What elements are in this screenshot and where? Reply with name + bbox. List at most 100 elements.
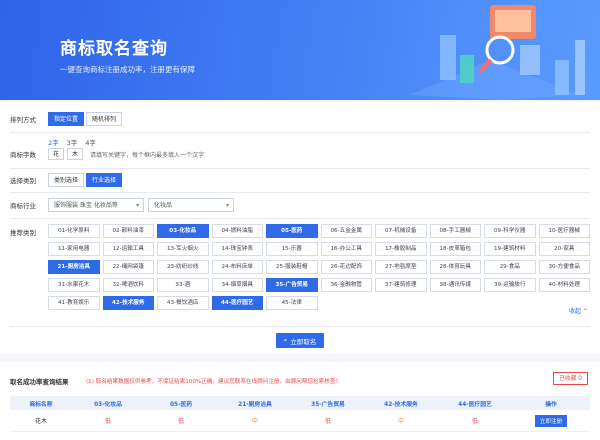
divider [10, 132, 590, 133]
divider [10, 326, 590, 327]
class-option[interactable]: 38-通讯传媒 [429, 278, 481, 292]
favorites-button[interactable]: 已收藏 0 [553, 372, 588, 385]
register-button[interactable]: 立即注册 [534, 414, 568, 427]
class-option[interactable]: 04-燃料油脂 [211, 224, 263, 238]
class-option[interactable]: 10-医疗器械 [538, 224, 590, 238]
class-option[interactable]: 44-医疗园艺 [211, 296, 263, 310]
success-level-cell: 低 [104, 418, 111, 425]
class-option[interactable]: 20-家具 [538, 242, 590, 256]
class-option[interactable]: 16-办公工具 [320, 242, 372, 256]
industry-select-value: 服饰服装 珠宝 化妆品等 [54, 202, 118, 209]
class-option[interactable]: 42-技术服务 [102, 296, 154, 310]
industry-label: 商标行业 [10, 202, 36, 210]
class-option[interactable]: 17-橡胶制品 [375, 242, 427, 256]
success-level-cell: 低 [471, 418, 478, 425]
class-option[interactable]: 28-体育玩具 [429, 260, 481, 274]
class-option[interactable]: 40-材料处理 [538, 278, 590, 292]
class-option[interactable]: 31-水果花木 [48, 278, 100, 292]
column-header: 操作 [545, 401, 557, 408]
class-option[interactable]: 13-军火烟火 [157, 242, 209, 256]
class-option[interactable]: 36-金融物管 [320, 278, 372, 292]
banner-subtitle: 一键查询商标注册成功率，注册更有保障 [60, 65, 195, 74]
submit-wrap: ⌕ 立即取名 [0, 333, 600, 348]
column-header: 44-医疗园艺 [458, 401, 492, 408]
search-icon: ⌕ [283, 336, 288, 344]
class-option[interactable]: 24-布料床单 [211, 260, 263, 274]
divider [10, 168, 590, 169]
word-count-row: 商标字数 花 木 请填写关键字，每个框内最多填入一个汉字 [10, 148, 204, 160]
column-header: 05-医药 [169, 401, 193, 408]
class-option[interactable]: 41-教育娱乐 [48, 296, 100, 310]
class-option[interactable]: 07-机械设备 [375, 224, 427, 238]
class-option[interactable]: 14-珠宝钟表 [211, 242, 263, 256]
results-table: 商标名称 03-化妆品 05-医药 21-厨房洁具 35-广告贸易 42-技术服务 44-医… [10, 396, 590, 432]
class-option[interactable]: 15-乐器 [266, 242, 318, 256]
class-option[interactable]: 30-方便食品 [538, 260, 590, 274]
class-option[interactable]: 01-化学原料 [48, 224, 100, 238]
class-option[interactable]: 06-五金金属 [320, 224, 372, 238]
class-option[interactable]: 26-花边配饰 [320, 260, 372, 274]
results-title: 取名成功率查询结果 [10, 378, 69, 386]
hero-banner: 商标取名查询 一键查询商标注册成功率，注册更有保障 [0, 0, 600, 100]
category-mode-row: 选择类别 类别选择 行业选择 [10, 173, 124, 187]
tab-class-select[interactable]: 类别选择 [48, 173, 85, 187]
class-option[interactable]: 19-建筑材料 [484, 242, 536, 256]
banner-illustration [410, 5, 585, 100]
class-option[interactable]: 37-建筑修理 [375, 278, 427, 292]
success-level-cell: 中 [397, 418, 404, 425]
submit-label: 立即取名 [290, 338, 317, 346]
class-option[interactable]: 12-运输工具 [102, 242, 154, 256]
banner-title: 商标取名查询 [60, 39, 168, 59]
tab-industry-select[interactable]: 行业选择 [86, 173, 123, 187]
class-option[interactable]: 02-颜料油漆 [102, 224, 154, 238]
collapse-label: 收起 [569, 308, 582, 315]
word-count-3[interactable]: 3字 [67, 137, 78, 147]
sort-option-random[interactable]: 随机排列 [86, 112, 123, 126]
subindustry-select[interactable]: 化妆品 ▾ [148, 198, 234, 212]
subindustry-select-value: 化妆品 [154, 202, 173, 209]
submit-naming-button[interactable]: ⌕ 立即取名 [275, 333, 325, 348]
class-option[interactable]: 05-医药 [266, 224, 318, 238]
class-option[interactable]: 34-烟草烟具 [211, 278, 263, 292]
class-option[interactable]: 25-服装鞋帽 [266, 260, 318, 274]
class-option[interactable]: 39-运输旅行 [484, 278, 536, 292]
divider [10, 218, 590, 219]
word-hint: 请填写关键字，每个框内最多填入一个汉字 [90, 151, 205, 159]
class-option[interactable]: 21-厨房洁具 [48, 260, 100, 274]
sort-option-fixed[interactable]: 指定位置 [48, 112, 85, 126]
class-option[interactable]: 33-酒 [157, 278, 209, 292]
success-level-cell: 低 [177, 418, 184, 425]
sort-label: 排列方式 [10, 116, 36, 124]
success-level-cell: 中 [251, 418, 258, 425]
class-option[interactable]: 08-手工器械 [429, 224, 481, 238]
class-option[interactable]: 23-纺织纱线 [157, 260, 209, 274]
class-grid: 01-化学原料 02-颜料油漆 03-化妆品 04-燃料油脂 05-医药 06-五金金属 0… [48, 224, 590, 310]
results-table-body: 花木 低 低 中 低 中 低 立即注册 [10, 410, 590, 432]
column-header: 03-化妆品 [94, 401, 122, 408]
word-count-2[interactable]: 2字 [48, 137, 59, 147]
class-option[interactable]: 22-绳网袋篷 [102, 260, 154, 274]
class-option[interactable]: 45-法律 [266, 296, 318, 310]
recommended-row: 推荐类别 [10, 227, 48, 237]
word-input-1[interactable]: 花 [48, 148, 64, 160]
class-option[interactable]: 43-餐饮酒店 [157, 296, 209, 310]
industry-select[interactable]: 服饰服装 珠宝 化妆品等 ▾ [48, 198, 144, 212]
word-count-label: 商标字数 [10, 151, 36, 159]
class-option[interactable]: 32-啤酒饮料 [102, 278, 154, 292]
results-panel: 取名成功率查询结果 (1) 取名结果数据仅供参考，不保证结果100%正确，建议您… [0, 362, 600, 440]
class-option[interactable]: 18-皮革箱包 [429, 242, 481, 256]
recommended-label: 推荐类别 [10, 229, 36, 237]
collapse-link[interactable]: 收起 ⌃ [569, 306, 588, 315]
class-option[interactable]: 11-家用电器 [48, 242, 100, 256]
class-option[interactable]: 35-广告贸易 [266, 278, 318, 292]
word-input-2[interactable]: 木 [67, 148, 83, 160]
class-option[interactable]: 29-食品 [484, 260, 536, 274]
word-count-4[interactable]: 4字 [85, 137, 96, 147]
class-option[interactable]: 09-科学仪器 [484, 224, 536, 238]
industry-row: 商标行业 服饰服装 珠宝 化妆品等 ▾ 化妆品 ▾ [10, 198, 238, 212]
word-count-tabs: 2字 3字 4字 [48, 137, 104, 147]
class-option[interactable]: 03-化妆品 [157, 224, 209, 238]
column-header: 商标名称 [29, 401, 53, 408]
class-option[interactable]: 27-地毯席垫 [375, 260, 427, 274]
results-table-header: 商标名称 03-化妆品 05-医药 21-厨房洁具 35-广告贸易 42-技术服务 44-医… [10, 396, 590, 410]
